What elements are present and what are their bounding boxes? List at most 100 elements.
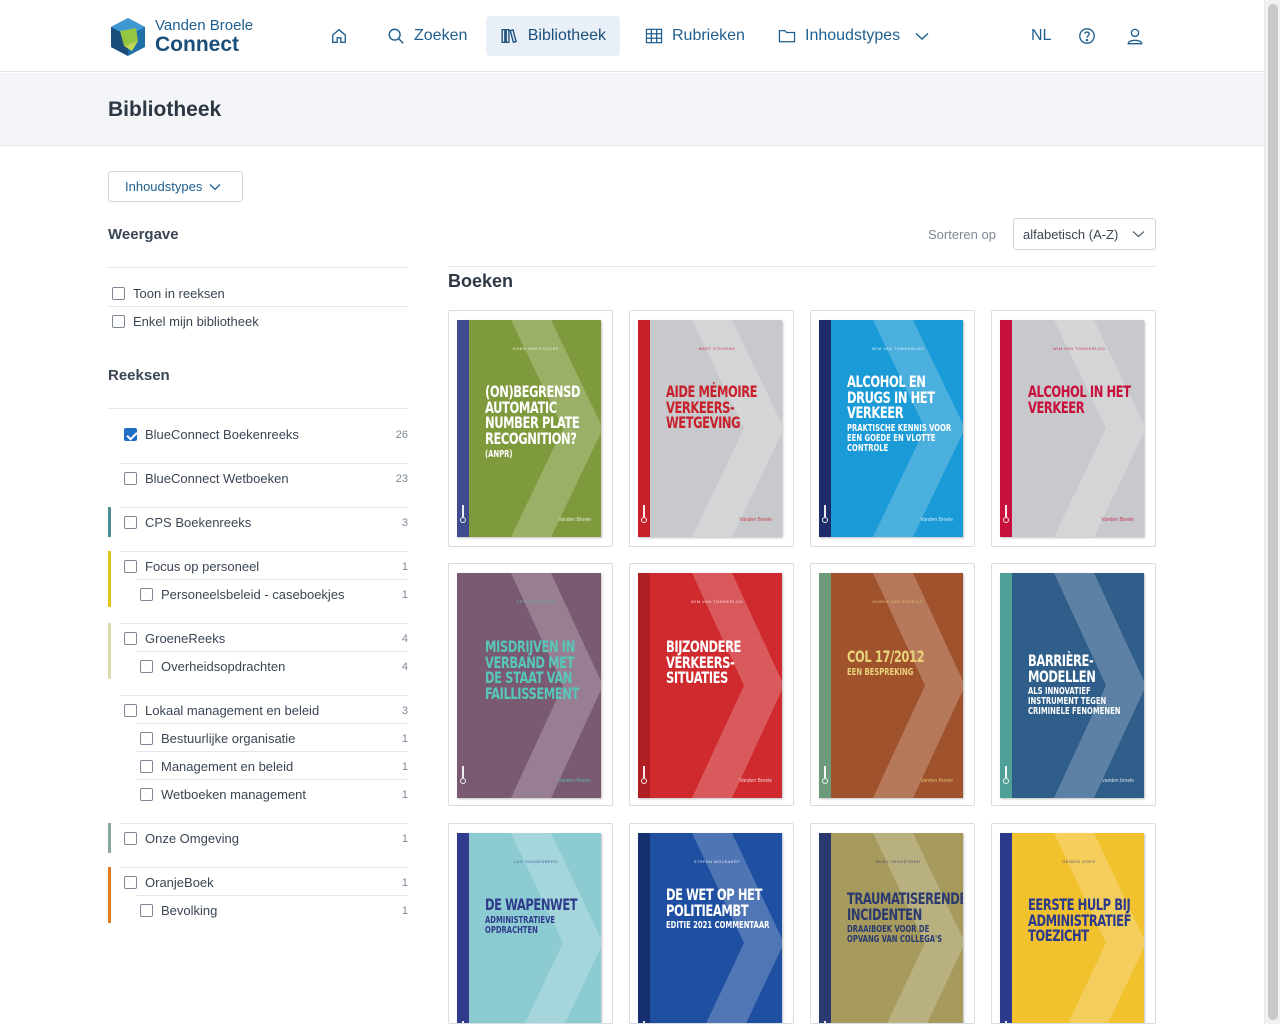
book-card[interactable]: Luc Sonsenberg De wapenwet Administratieve… (448, 823, 613, 1024)
book-title: De wapenwet (485, 895, 578, 914)
book-cover[interactable]: Rudy Verheyden Traumatiserende incidenten… (819, 833, 963, 1023)
cover-bookmark-icon (462, 766, 464, 778)
book-subtitle: Administratieve opdrachten (485, 914, 556, 936)
page-scrollbar[interactable] (1264, 0, 1280, 1024)
series-checkbox[interactable] (124, 560, 137, 573)
book-author: Wim van Tongerloo (871, 346, 925, 351)
series-count: 3 (401, 517, 408, 529)
cover-bookmark-dot (1003, 778, 1009, 784)
divider (136, 895, 408, 896)
book-subtitle: Draaiboek voor de opvang van collega's (847, 924, 943, 946)
series-count: 23 (395, 473, 408, 485)
content-types-filter-button[interactable]: Inhoudstypes (108, 171, 243, 202)
series-count: 26 (395, 429, 408, 441)
scrollbar-thumb[interactable] (1268, 4, 1278, 1020)
series-label: Bestuurlijke organisatie (161, 731, 296, 746)
divider (120, 623, 408, 624)
divider (136, 779, 408, 780)
book-cover[interactable]: Wim van Tongerloo Alcohol en drugs in het… (819, 320, 963, 537)
nav-library[interactable]: Bibliotheek (486, 16, 620, 56)
book-cover[interactable]: Kevin Delanoy Misdrijven in verband met d… (457, 573, 601, 798)
sort-select[interactable]: alfabetisch (A-Z) (1013, 218, 1156, 250)
series-label: Bevolking (161, 903, 218, 918)
book-card[interactable]: Wim van Tongerloo Alcohol in het verkeer V… (991, 310, 1156, 547)
home-icon (332, 28, 346, 43)
cover-spine (457, 573, 469, 798)
series-checkbox[interactable] (140, 760, 153, 773)
book-card[interactable]: Wim van Tongerloo Alcohol en drugs in het… (810, 310, 975, 547)
book-card[interactable]: Rudy Verheyden Traumatiserende incidenten… (810, 823, 975, 1024)
book-author: Dennis Goes (1062, 859, 1096, 864)
search-icon (388, 28, 404, 44)
book-title: (On)begrensd automatic number plate reco… (485, 382, 581, 449)
series-checkbox[interactable] (124, 428, 137, 441)
help-button[interactable] (1066, 16, 1108, 56)
nav-search-label: Zoeken (414, 27, 468, 44)
cover-spine (1000, 573, 1012, 798)
series-label: Overheidsopdrachten (161, 659, 286, 674)
user-icon (1127, 28, 1143, 45)
nav-search[interactable]: Zoeken (373, 16, 481, 56)
series-count: 1 (401, 761, 408, 773)
series-checkbox[interactable] (124, 632, 137, 645)
series-count: 1 (401, 733, 408, 745)
book-title: Barrière-modellen (1028, 651, 1096, 686)
divider (120, 463, 408, 464)
show-in-series-checkbox[interactable] (112, 287, 125, 300)
cover-bookmark-dot (822, 517, 828, 523)
cover-bookmark-dot (460, 517, 466, 523)
series-label: CPS Boekenreeks (145, 515, 252, 530)
book-card[interactable]: Koen van Poucke (On)begrensd automatic nu… (448, 310, 613, 547)
language-switcher[interactable]: NL (1017, 16, 1065, 56)
book-publisher: Vanden Broele (920, 517, 953, 523)
book-cover[interactable]: Wim van Tongerloo Bijzondere verkeers-sit… (638, 573, 782, 798)
series-checkbox[interactable] (140, 732, 153, 745)
book-cover[interactable]: Luc Sonsenberg De wapenwet Administratieve… (457, 833, 601, 1023)
series-checkbox[interactable] (124, 876, 137, 889)
series-checkbox[interactable] (124, 832, 137, 845)
cover-bookmark-dot (641, 778, 647, 784)
book-card[interactable]: Kevin Delanoy Misdrijven in verband met d… (448, 563, 613, 806)
brand-logo[interactable]: Vanden Broele Connect (108, 15, 278, 59)
series-checkbox[interactable] (124, 516, 137, 529)
book-cover[interactable]: Barrière-modellen Als innovatief instrume… (1000, 573, 1144, 798)
user-account-button[interactable] (1114, 16, 1156, 56)
book-card[interactable]: Ruben van Schelle COL 17/2012 Een bespreki… (810, 563, 975, 806)
divider (108, 306, 408, 307)
series-checkbox[interactable] (140, 904, 153, 917)
book-title: COL 17/2012 (847, 647, 925, 666)
cover-spine (638, 833, 650, 1023)
series-count: 1 (401, 833, 408, 845)
series-checkbox[interactable] (140, 788, 153, 801)
book-card[interactable]: Stefan Wolkaert De wet op het politieambt… (629, 823, 794, 1024)
series-checkbox[interactable] (140, 588, 153, 601)
series-checkbox[interactable] (140, 660, 153, 673)
series-checkbox[interactable] (124, 704, 137, 717)
series-count: 4 (401, 661, 408, 673)
logo-cube-icon (111, 18, 145, 56)
nav-content-types-dropdown[interactable]: Inhoudstypes (764, 16, 943, 56)
only-my-library-checkbox[interactable] (112, 315, 125, 328)
book-author: Kevin Delanoy (516, 599, 556, 604)
book-card[interactable]: Dennis Goes Eerste hulp bij administratie… (991, 823, 1156, 1024)
series-checkbox[interactable] (124, 472, 137, 485)
book-card[interactable]: Wim van Tongerloo Bijzondere verkeers-sit… (629, 563, 794, 806)
book-cover[interactable]: Stefan Wolkaert De wet op het politieambt… (638, 833, 782, 1023)
book-title: Alcohol in het verkeer (1028, 382, 1131, 417)
book-card[interactable]: Barrière-modellen Als innovatief instrume… (991, 563, 1156, 806)
book-publisher: Vanden Broele (1101, 517, 1134, 523)
language-label: NL (1031, 27, 1052, 44)
cover-bookmark-icon (1005, 766, 1007, 778)
book-cover[interactable]: Dennis Goes Eerste hulp bij administratie… (1000, 833, 1144, 1023)
book-card[interactable]: Bart Stevens Aide mémoire verkeers-wetgev… (629, 310, 794, 547)
nav-rubrics[interactable]: Rubrieken (631, 16, 759, 56)
nav-home[interactable] (316, 16, 362, 56)
cover-bookmark-icon (643, 766, 645, 778)
book-cover[interactable]: Wim van Tongerloo Alcohol in het verkeer V… (1000, 320, 1144, 537)
book-cover[interactable]: Bart Stevens Aide mémoire verkeers-wetgev… (638, 320, 782, 537)
book-cover[interactable]: Koen van Poucke (On)begrensd automatic nu… (457, 320, 601, 537)
series-label: Management en beleid (161, 759, 294, 774)
book-cover[interactable]: Ruben van Schelle COL 17/2012 Een bespreki… (819, 573, 963, 798)
book-title: De wet op het politieambt (666, 885, 762, 920)
cover-chevron-graphic (1054, 320, 1144, 537)
